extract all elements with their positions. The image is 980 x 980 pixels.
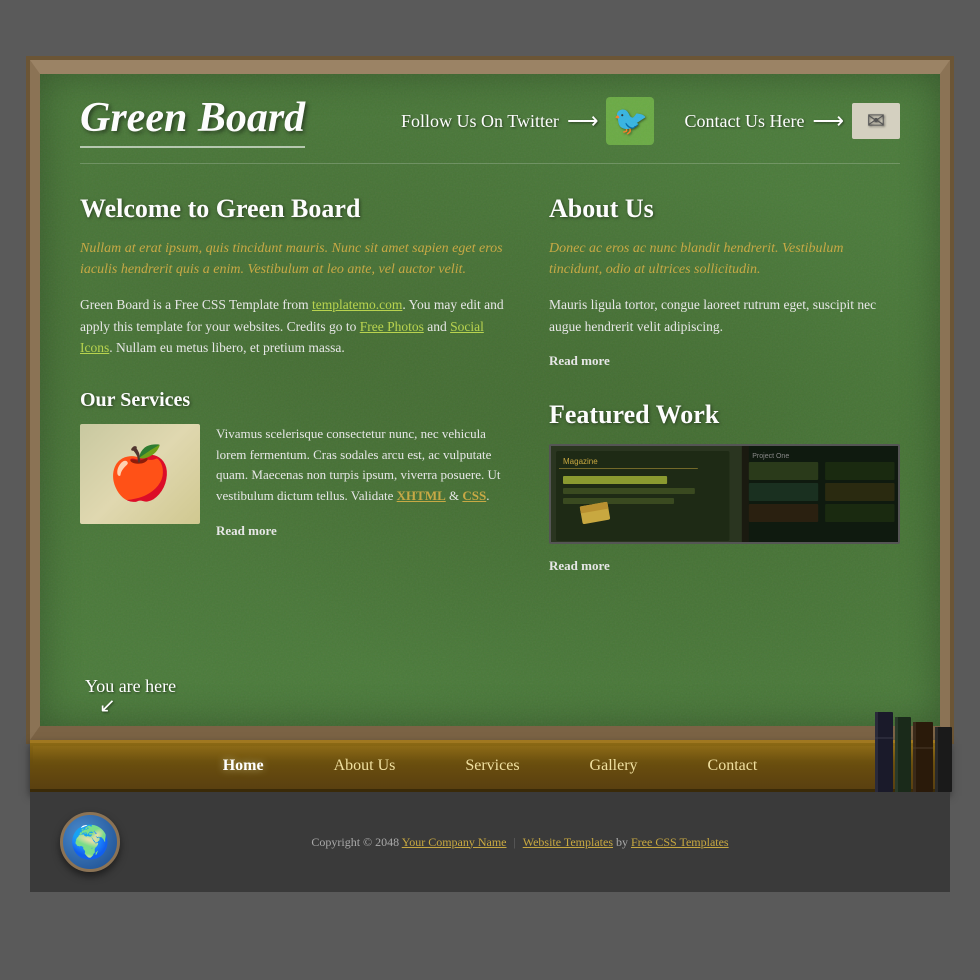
service-text: Vivamus scelerisque consectetur nunc, ne… bbox=[216, 424, 509, 540]
welcome-title: Welcome to Green Board bbox=[80, 194, 509, 224]
mail-icon[interactable]: ✉ bbox=[852, 103, 900, 139]
globe-icon: 🌍 bbox=[60, 812, 120, 872]
welcome-body: Green Board is a Free CSS Template from … bbox=[80, 294, 509, 359]
templatemo-link[interactable]: templatemo.com bbox=[312, 297, 402, 312]
main-content: Welcome to Green Board Nullam at erat ip… bbox=[80, 194, 900, 575]
nav-item-services[interactable]: Services bbox=[430, 757, 554, 775]
about-read-more[interactable]: Read more bbox=[549, 353, 610, 369]
free-css-link[interactable]: Free CSS Templates bbox=[631, 835, 729, 849]
twitter-link-group[interactable]: Follow Us On Twitter ⟶ 🐦 bbox=[401, 97, 654, 145]
arrow-icon-2: ⟶ bbox=[812, 108, 844, 134]
nav-item-contact[interactable]: Contact bbox=[673, 757, 793, 775]
website-templates-link[interactable]: Website Templates bbox=[523, 835, 613, 849]
copyright-text: Copyright © 2048 bbox=[311, 835, 401, 849]
contact-label: Contact Us Here bbox=[684, 111, 804, 132]
nav-link-contact[interactable]: Contact bbox=[708, 757, 758, 774]
nav-item-home[interactable]: Home bbox=[188, 757, 299, 775]
copyright: Copyright © 2048 Your Company Name | Web… bbox=[120, 835, 920, 850]
you-are-here-label: You are here bbox=[85, 676, 176, 718]
nav-item-gallery[interactable]: Gallery bbox=[555, 757, 673, 775]
contact-link-group[interactable]: Contact Us Here ⟶ ✉ bbox=[684, 103, 900, 139]
about-section: About Us Donec ac eros ac nunc blandit h… bbox=[549, 194, 900, 370]
services-title: Our Services bbox=[80, 389, 509, 412]
books-svg bbox=[875, 707, 955, 797]
chalkboard: Green Board Follow Us On Twitter ⟶ 🐦 Con… bbox=[30, 60, 950, 740]
free-photos-link[interactable]: Free Photos bbox=[360, 319, 424, 334]
css-link[interactable]: CSS bbox=[462, 488, 486, 503]
featured-title: Featured Work bbox=[549, 400, 900, 430]
welcome-body-1: Green Board is a Free CSS Template from bbox=[80, 297, 312, 312]
service-body: Vivamus scelerisque consectetur nunc, ne… bbox=[216, 424, 509, 507]
xhtml-link[interactable]: XHTML bbox=[397, 488, 446, 503]
about-body: Mauris ligula tortor, congue laoreet rut… bbox=[549, 294, 900, 337]
arrow-icon: ⟶ bbox=[567, 108, 599, 134]
navbar: Home About Us Services Gallery Contact bbox=[30, 740, 950, 792]
featured-read-more[interactable]: Read more bbox=[549, 558, 610, 574]
nav-links: Home About Us Services Gallery Contact bbox=[188, 757, 793, 775]
featured-image: Magazine Project One bbox=[549, 444, 900, 544]
right-column: About Us Donec ac eros ac nunc blandit h… bbox=[549, 194, 900, 575]
left-column: Welcome to Green Board Nullam at erat ip… bbox=[80, 194, 509, 575]
site-header: Green Board Follow Us On Twitter ⟶ 🐦 Con… bbox=[80, 94, 900, 164]
welcome-body-4: . Nullam eu metus libero, et pretium mas… bbox=[109, 340, 344, 355]
header-right: Follow Us On Twitter ⟶ 🐦 Contact Us Here… bbox=[401, 97, 900, 145]
apple-image: 🍎 bbox=[80, 424, 200, 524]
service-image: 🍎 bbox=[80, 424, 200, 524]
site-logo[interactable]: Green Board bbox=[80, 94, 305, 148]
svg-text:Magazine: Magazine bbox=[563, 457, 598, 466]
separator-1: | bbox=[514, 835, 516, 849]
service-item: 🍎 Vivamus scelerisque consectetur nunc, … bbox=[80, 424, 509, 540]
about-title: About Us bbox=[549, 194, 900, 224]
nav-link-gallery[interactable]: Gallery bbox=[590, 757, 638, 774]
welcome-italic: Nullam at erat ipsum, quis tincidunt mau… bbox=[80, 238, 509, 280]
nav-item-about[interactable]: About Us bbox=[299, 757, 431, 775]
books-decoration bbox=[875, 707, 955, 797]
services-read-more[interactable]: Read more bbox=[216, 523, 277, 539]
period: . bbox=[486, 488, 489, 503]
services-section: Our Services 🍎 Vivamus scelerisque conse… bbox=[80, 389, 509, 540]
nav-link-home[interactable]: Home bbox=[223, 757, 264, 774]
footer: 🌍 Copyright © 2048 Your Company Name | W… bbox=[30, 792, 950, 892]
svg-text:Project One: Project One bbox=[752, 453, 789, 460]
twitter-bird-icon[interactable]: 🐦 bbox=[606, 97, 654, 145]
welcome-body-3: and bbox=[424, 319, 450, 334]
follow-twitter-label: Follow Us On Twitter bbox=[401, 111, 559, 132]
about-italic: Donec ac eros ac nunc blandit hendrerit.… bbox=[549, 238, 900, 280]
featured-section: Featured Work Magazine bbox=[549, 400, 900, 575]
nav-link-about[interactable]: About Us bbox=[334, 757, 396, 774]
globe-container: 🌍 bbox=[60, 812, 120, 872]
company-name-link[interactable]: Your Company Name bbox=[402, 835, 507, 849]
nav-link-services[interactable]: Services bbox=[465, 757, 519, 774]
by-text: by bbox=[616, 835, 631, 849]
featured-work-svg: Magazine Project One bbox=[551, 446, 898, 544]
